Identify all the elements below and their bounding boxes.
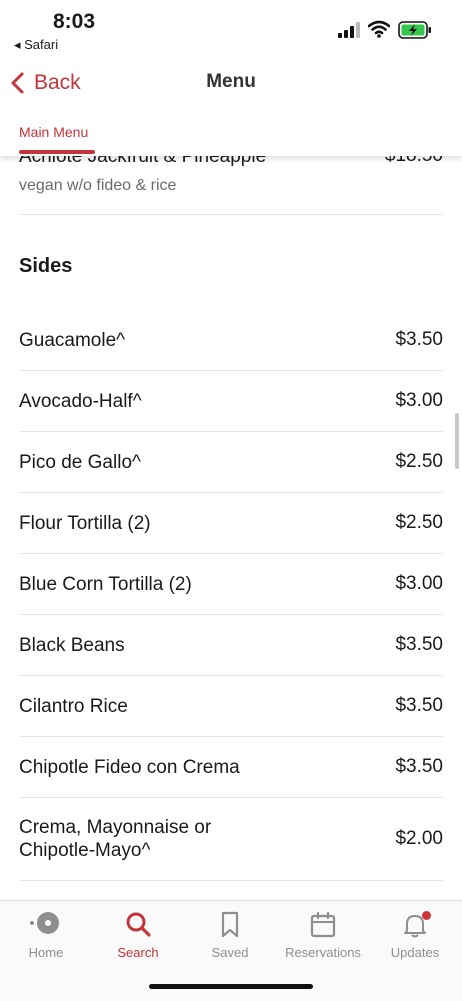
menu-item-name: Crema, Mayonnaise or Chipotle-Mayo^: [19, 817, 212, 861]
tab-updates[interactable]: Updates: [369, 911, 461, 960]
menu-item[interactable]: Black Beans $3.50: [19, 615, 443, 676]
menu-item-price: $2.50: [395, 512, 443, 533]
home-indicator: [149, 984, 313, 989]
menu-item-description: vegan w/o fideo & rice: [19, 177, 177, 194]
back-to-safari-link[interactable]: ◂ Safari: [14, 37, 58, 53]
menu-tabs: Main Menu: [0, 108, 462, 156]
tab-reservations[interactable]: Reservations: [277, 911, 369, 960]
search-icon: [126, 912, 151, 937]
section-title-sides: Sides: [19, 255, 73, 277]
tab-search[interactable]: Search: [92, 911, 184, 960]
scrollbar[interactable]: [455, 413, 459, 469]
menu-item-price: $3.50: [395, 695, 443, 716]
active-tab-indicator: [19, 150, 95, 154]
tab-saved[interactable]: Saved: [184, 911, 276, 960]
battery-charging-icon: [398, 21, 431, 39]
menu-item-price: $3.50: [395, 329, 443, 350]
menu-item[interactable]: Crema, Mayonnaise or Chipotle-Mayo^ $2.0…: [19, 798, 443, 881]
wifi-icon: [368, 20, 390, 38]
menu-item[interactable]: Chipotle Fideo con Crema $3.50: [19, 737, 443, 798]
home-icon: [30, 912, 59, 934]
tab-main-menu[interactable]: Main Menu: [19, 124, 88, 140]
cellular-signal-icon: [338, 22, 360, 38]
menu-item-name: Avocado-Half^: [19, 391, 142, 412]
tab-search-label: Search: [117, 945, 159, 960]
menu-item-price: $3.00: [395, 390, 443, 411]
status-bar: 8:03 ◂ Safari: [0, 0, 462, 56]
menu-item-price: $2.50: [395, 451, 443, 472]
bookmark-icon: [221, 911, 239, 938]
menu-item[interactable]: Guacamole^ $3.50: [19, 310, 443, 371]
menu-item[interactable]: Avocado-Half^ $3.00: [19, 371, 443, 432]
menu-item-price: $3.00: [395, 573, 443, 594]
menu-item-name: Cilantro Rice: [19, 696, 128, 717]
menu-item-name: Black Beans: [19, 635, 125, 656]
tab-home[interactable]: Home: [0, 911, 92, 960]
tab-home-label: Home: [28, 945, 64, 960]
menu-item-name: Chipotle Fideo con Crema: [19, 757, 240, 778]
menu-item[interactable]: Cilantro Rice $3.50: [19, 676, 443, 737]
menu-item-name: Flour Tortilla (2): [19, 513, 151, 534]
menu-item-price: $3.50: [395, 756, 443, 777]
notification-badge: [422, 911, 431, 920]
menu-item-price: $3.50: [395, 634, 443, 655]
menu-item-name: Pico de Gallo^: [19, 452, 141, 473]
page-title: Menu: [206, 71, 256, 92]
calendar-icon: [310, 911, 336, 938]
status-time: 8:03: [53, 10, 96, 33]
menu-item-price: $2.00: [395, 828, 443, 849]
menu-item[interactable]: Pico de Gallo^ $2.50: [19, 432, 443, 493]
tab-reservations-label: Reservations: [285, 945, 361, 960]
menu-item[interactable]: Flour Tortilla (2) $2.50: [19, 493, 443, 554]
tab-saved-label: Saved: [211, 945, 249, 960]
menu-item[interactable]: Blue Corn Tortilla (2) $3.00: [19, 554, 443, 615]
navigation-bar: Back Menu: [0, 56, 462, 108]
menu-item-name: Guacamole^: [19, 330, 126, 351]
tab-updates-label: Updates: [390, 945, 440, 960]
menu-content[interactable]: Achiote Jackfruit & Pineapple $18.50 veg…: [0, 140, 462, 900]
menu-item-name: Blue Corn Tortilla (2): [19, 574, 192, 595]
